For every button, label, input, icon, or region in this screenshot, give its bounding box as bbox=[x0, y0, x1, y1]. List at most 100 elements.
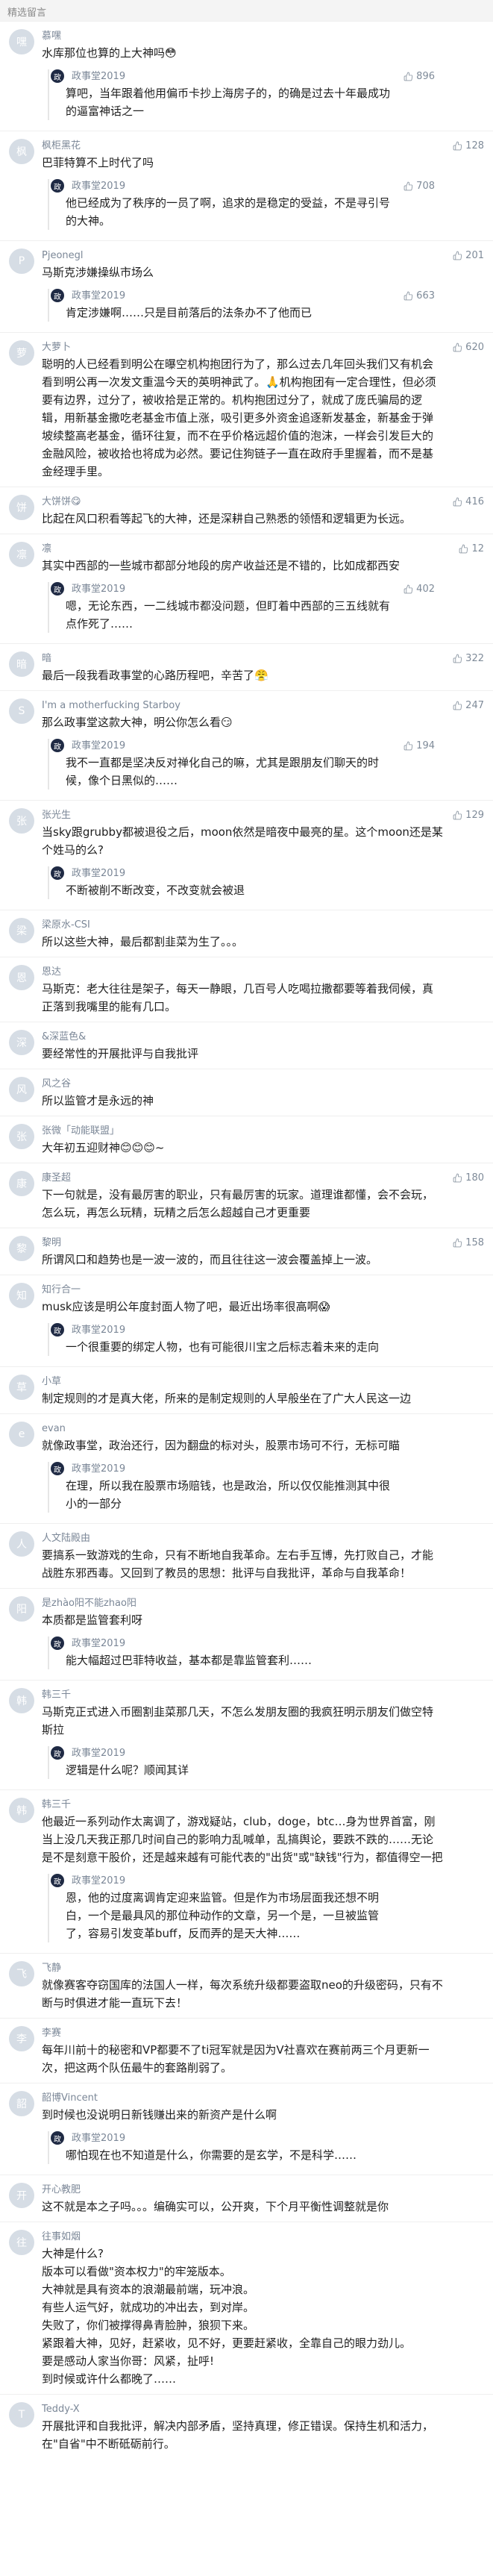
avatar[interactable]: 张 bbox=[9, 1124, 34, 1149]
comment-author[interactable]: 慕嘿 bbox=[42, 29, 444, 44]
avatar[interactable]: 暗 bbox=[9, 651, 34, 677]
comment-author[interactable]: 飞静 bbox=[42, 1961, 444, 1976]
avatar[interactable]: 开 bbox=[9, 2183, 34, 2208]
like-count: 416 bbox=[465, 496, 484, 507]
like-button[interactable]: 158 bbox=[453, 1237, 484, 1248]
avatar[interactable]: 风 bbox=[9, 1077, 34, 1102]
comment-author[interactable]: 是zhào阳不能zhao阳 bbox=[42, 1596, 444, 1611]
avatar[interactable]: 阳 bbox=[9, 1596, 34, 1622]
comment-author[interactable]: 恩达 bbox=[42, 965, 444, 980]
reply-avatar[interactable]: 政 bbox=[51, 866, 64, 880]
avatar[interactable]: S bbox=[9, 698, 34, 724]
reply-avatar[interactable]: 政 bbox=[51, 1874, 64, 1887]
reply-avatar[interactable]: 政 bbox=[51, 1746, 64, 1760]
avatar[interactable]: 张 bbox=[9, 808, 34, 834]
comment-author[interactable]: 人文陆殿由 bbox=[42, 1531, 444, 1546]
comment-item: 张 张光生 当sky跟grubby都被退役之后，moon依然是暗夜中最亮的星。这个m… bbox=[0, 800, 493, 910]
comment-author[interactable]: 黎明 bbox=[42, 1236, 444, 1251]
reply-avatar[interactable]: 政 bbox=[51, 739, 64, 752]
avatar[interactable]: 黎 bbox=[9, 1236, 34, 1261]
reply-like-button[interactable]: 708 bbox=[403, 181, 435, 192]
comment-author[interactable]: 大饼饼😋 bbox=[42, 495, 444, 510]
avatar[interactable]: 凛 bbox=[9, 542, 34, 567]
reply-avatar[interactable]: 政 bbox=[51, 289, 64, 302]
reply-avatar[interactable]: 政 bbox=[51, 2131, 64, 2145]
avatar[interactable]: 饼 bbox=[9, 495, 34, 520]
avatar[interactable]: 飞 bbox=[9, 1961, 34, 1986]
like-button[interactable]: 201 bbox=[453, 250, 484, 261]
reply-like-button[interactable]: 194 bbox=[403, 740, 435, 751]
avatar[interactable]: 康 bbox=[9, 1171, 34, 1196]
reply-author[interactable]: 政事堂2019 bbox=[66, 289, 395, 304]
reply-author[interactable]: 政事堂2019 bbox=[66, 1323, 395, 1338]
reply-author[interactable]: 政事堂2019 bbox=[66, 739, 395, 754]
reply-like-button[interactable]: 663 bbox=[403, 290, 435, 301]
avatar[interactable]: 李 bbox=[9, 2026, 34, 2051]
reply-author[interactable]: 政事堂2019 bbox=[66, 1462, 395, 1477]
comment-author[interactable]: 韶博Vincent bbox=[42, 2091, 444, 2106]
author-reply: 政政事堂2019 恩，他的过度离调肯定迎来监管。但是作为市场层面我还想不明白，一个… bbox=[42, 1869, 444, 1947]
reply-avatar[interactable]: 政 bbox=[51, 179, 64, 193]
avatar[interactable]: 人 bbox=[9, 1531, 34, 1557]
avatar[interactable]: 萝 bbox=[9, 340, 34, 366]
comment-author[interactable]: 凛 bbox=[42, 542, 444, 557]
avatar[interactable]: 枫 bbox=[9, 139, 34, 164]
like-button[interactable]: 620 bbox=[453, 342, 484, 353]
avatar[interactable]: e bbox=[9, 1422, 34, 1447]
avatar[interactable]: T bbox=[9, 2402, 34, 2427]
comment-author[interactable]: 风之谷 bbox=[42, 1077, 444, 1092]
reply-author[interactable]: 政事堂2019 bbox=[66, 69, 395, 84]
reply-author[interactable]: 政事堂2019 bbox=[66, 179, 395, 194]
avatar[interactable]: 深 bbox=[9, 1030, 34, 1055]
comment-author[interactable]: 张光生 bbox=[42, 808, 444, 823]
avatar[interactable]: 草 bbox=[9, 1375, 34, 1400]
comment-author[interactable]: 知行合一 bbox=[42, 1283, 444, 1298]
comment-author[interactable]: 张微「动能联盟」 bbox=[42, 1124, 444, 1139]
reply-like-button[interactable]: 896 bbox=[403, 71, 435, 82]
comment-author[interactable]: Teddy-X bbox=[42, 2402, 444, 2417]
avatar[interactable]: 知 bbox=[9, 1283, 34, 1308]
reply-avatar[interactable]: 政 bbox=[51, 582, 64, 595]
like-button[interactable]: 322 bbox=[453, 653, 484, 664]
comment-author[interactable]: Pjeonegl bbox=[42, 248, 444, 263]
reply-like-button[interactable]: 402 bbox=[403, 584, 435, 595]
reply-author[interactable]: 政事堂2019 bbox=[66, 1874, 395, 1889]
comment-author[interactable]: 大萝卜 bbox=[42, 340, 444, 355]
avatar[interactable]: 韩 bbox=[9, 1688, 34, 1713]
comment-author[interactable]: 往事如烟 bbox=[42, 2230, 444, 2245]
avatar[interactable]: P bbox=[9, 248, 34, 274]
reply-avatar[interactable]: 政 bbox=[51, 69, 64, 83]
comment-author[interactable]: 暗 bbox=[42, 651, 444, 666]
like-button[interactable]: 180 bbox=[453, 1172, 484, 1184]
avatar[interactable]: 梁 bbox=[9, 918, 34, 943]
comment-author[interactable]: evan bbox=[42, 1422, 444, 1437]
reply-avatar[interactable]: 政 bbox=[51, 1636, 64, 1650]
reply-author[interactable]: 政事堂2019 bbox=[66, 2131, 395, 2146]
comment-author[interactable]: 李赛 bbox=[42, 2026, 444, 2041]
avatar[interactable]: 恩 bbox=[9, 965, 34, 990]
comment-author[interactable]: 小草 bbox=[42, 1375, 444, 1389]
comment-author[interactable]: 韩三千 bbox=[42, 1688, 444, 1703]
reply-author[interactable]: 政事堂2019 bbox=[66, 1636, 395, 1651]
avatar[interactable]: 往 bbox=[9, 2230, 34, 2255]
reply-author[interactable]: 政事堂2019 bbox=[66, 582, 395, 597]
avatar[interactable]: 韶 bbox=[9, 2091, 34, 2116]
avatar[interactable]: 韩 bbox=[9, 1798, 34, 1823]
comment-author[interactable]: I'm a motherfucking Starboy bbox=[42, 698, 444, 713]
like-button[interactable]: 129 bbox=[453, 810, 484, 821]
comment-author[interactable]: 梁原水-CSI bbox=[42, 918, 444, 933]
like-button[interactable]: 12 bbox=[459, 543, 484, 554]
comment-author[interactable]: 枫柜黑花 bbox=[42, 139, 444, 154]
avatar[interactable]: 嘿 bbox=[9, 29, 34, 54]
like-button[interactable]: 128 bbox=[453, 140, 484, 151]
reply-author[interactable]: 政事堂2019 bbox=[66, 1746, 395, 1761]
comment-author[interactable]: 康圣超 bbox=[42, 1171, 444, 1186]
comment-author[interactable]: &深蓝色& bbox=[42, 1030, 444, 1045]
reply-avatar[interactable]: 政 bbox=[51, 1462, 64, 1475]
like-button[interactable]: 247 bbox=[453, 700, 484, 711]
comment-author[interactable]: 开心教肥 bbox=[42, 2183, 444, 2198]
reply-author[interactable]: 政事堂2019 bbox=[66, 866, 395, 881]
comment-author[interactable]: 韩三千 bbox=[42, 1798, 444, 1813]
like-button[interactable]: 416 bbox=[453, 496, 484, 507]
reply-avatar[interactable]: 政 bbox=[51, 1323, 64, 1337]
